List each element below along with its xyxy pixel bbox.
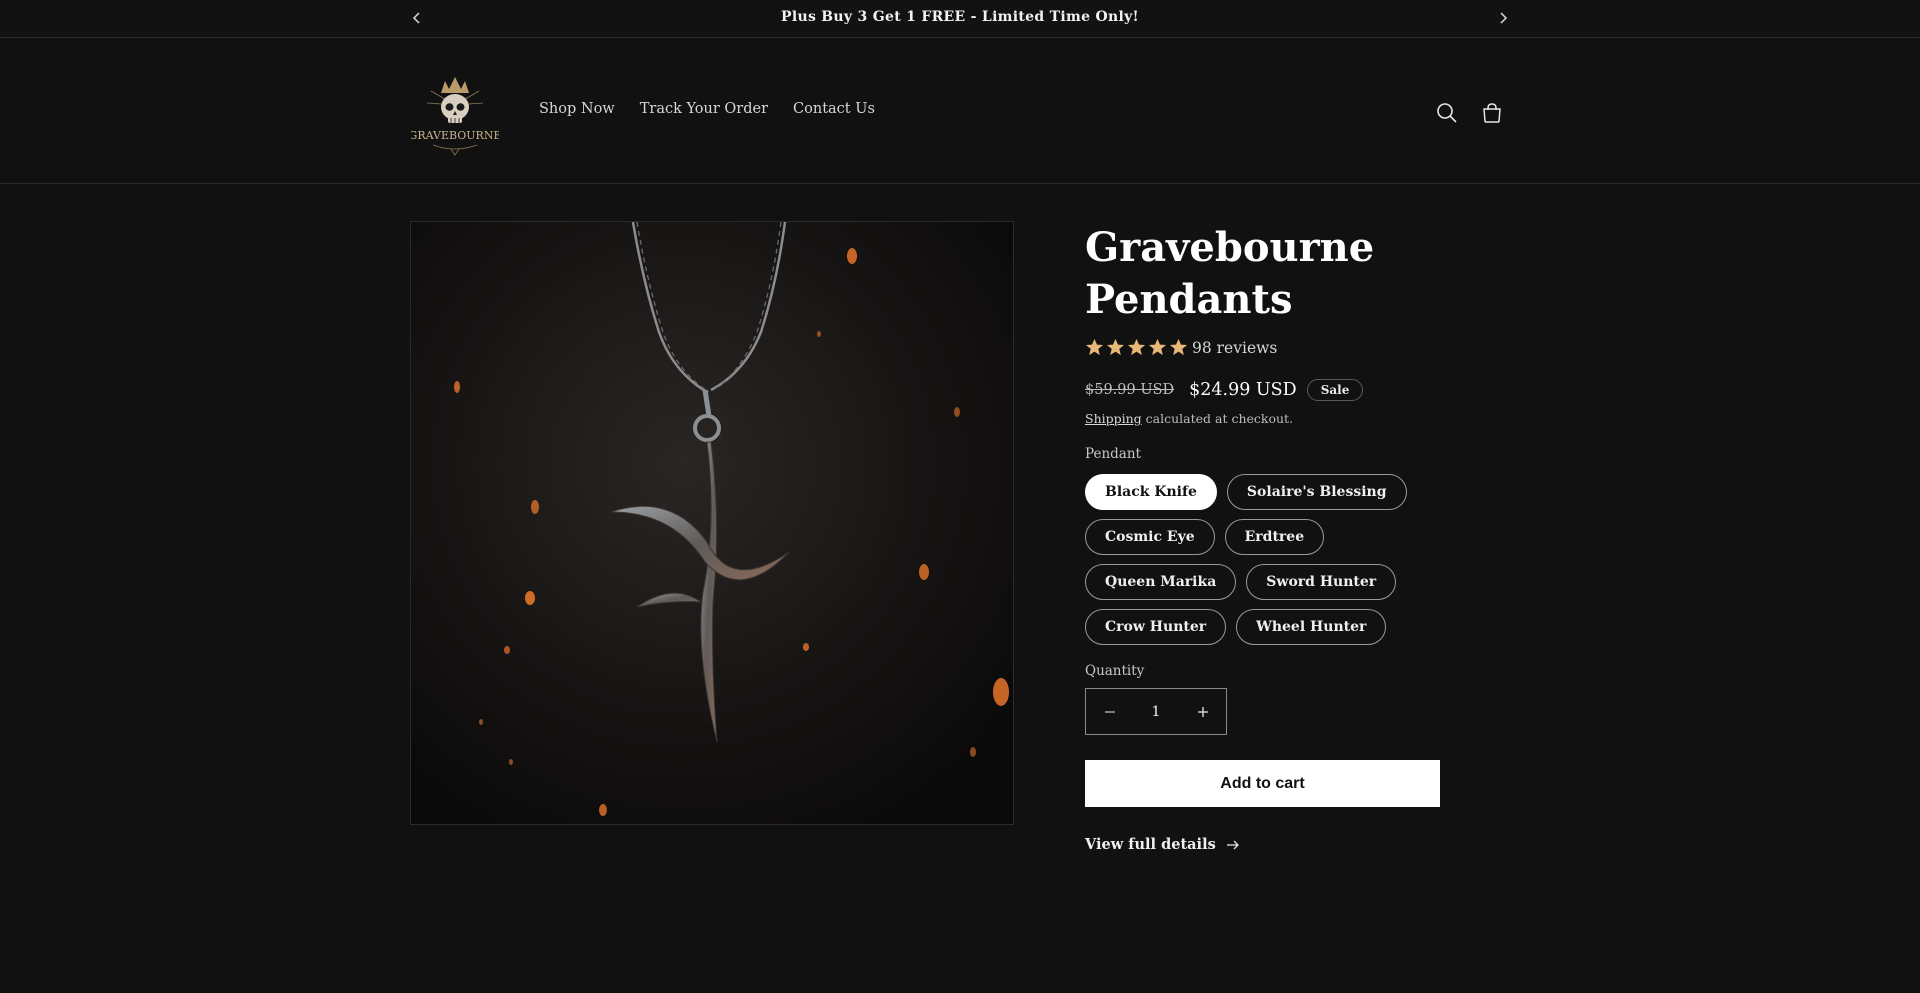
skull-logo-icon: GRAVEBOURNE — [409, 77, 501, 156]
quantity-stepper: 1 — [1085, 688, 1227, 735]
pendant-option-label: Pendant — [1085, 446, 1141, 462]
variant-black-knife[interactable]: Black Knife — [1085, 474, 1217, 510]
quantity-label: Quantity — [1085, 663, 1145, 679]
cart-icon — [1483, 103, 1501, 123]
nav-track-your-order[interactable]: Track Your Order — [640, 101, 768, 117]
prev-announcement-button[interactable] — [406, 7, 428, 29]
regular-price: $59.99 USD — [1085, 382, 1175, 398]
announcement-bar: Plus Buy 3 Get 1 FREE - Limited Time Onl… — [0, 0, 1920, 38]
svg-text:GRAVEBOURNE: GRAVEBOURNE — [411, 129, 499, 142]
chevron-right-icon — [1500, 12, 1508, 24]
variant-wheel-hunter[interactable]: Wheel Hunter — [1236, 609, 1387, 645]
product-image[interactable] — [410, 221, 1014, 825]
plus-icon — [1197, 706, 1208, 717]
star-icon — [1148, 338, 1167, 356]
star-icon — [1106, 338, 1125, 356]
logo[interactable]: GRAVEBOURNE — [409, 71, 501, 157]
increase-quantity-button[interactable] — [1179, 689, 1226, 734]
site-header: GRAVEBOURNE Shop Now Track Your Order Co… — [0, 39, 1920, 184]
nav-contact-us[interactable]: Contact Us — [793, 101, 875, 117]
rating-stars — [1085, 338, 1188, 357]
view-full-details-link[interactable]: View full details — [1085, 836, 1240, 853]
star-icon — [1127, 338, 1146, 356]
announcement-text: Plus Buy 3 Get 1 FREE - Limited Time Onl… — [781, 9, 1139, 25]
cart-button[interactable] — [1477, 98, 1507, 128]
variant-queen-marika[interactable]: Queen Marika — [1085, 564, 1237, 600]
shipping-text: calculated at checkout. — [1141, 411, 1294, 426]
variant-sword-hunter[interactable]: Sword Hunter — [1246, 564, 1397, 600]
variant-crow-hunter[interactable]: Crow Hunter — [1085, 609, 1227, 645]
nav-shop-now[interactable]: Shop Now — [539, 101, 615, 117]
product-info: Gravebourne Pendants 98 reviews $59.99 U… — [1085, 222, 1445, 853]
variant-cosmic-eye[interactable]: Cosmic Eye — [1085, 519, 1215, 555]
chevron-left-icon — [412, 12, 420, 24]
search-icon — [1437, 103, 1457, 123]
add-to-cart-button[interactable]: Add to cart — [1085, 760, 1440, 807]
search-button[interactable] — [1432, 98, 1462, 128]
shipping-note: Shipping calculated at checkout. — [1085, 411, 1293, 426]
pendant-variant-picker: Black Knife Solaire's Blessing Cosmic Ey… — [1085, 474, 1445, 654]
variant-erdtree[interactable]: Erdtree — [1224, 519, 1325, 555]
pendant-photo — [411, 222, 1013, 824]
price-row: $59.99 USD $24.99 USD Sale — [1085, 379, 1364, 401]
star-icon — [1169, 338, 1188, 356]
minus-icon — [1104, 710, 1115, 713]
decrease-quantity-button[interactable] — [1086, 689, 1133, 734]
sale-badge: Sale — [1306, 379, 1364, 401]
star-icon — [1085, 338, 1104, 356]
quantity-input[interactable]: 1 — [1133, 704, 1179, 720]
next-announcement-button[interactable] — [1492, 7, 1514, 29]
variant-solaires-blessing[interactable]: Solaire's Blessing — [1226, 474, 1407, 510]
reviews-count[interactable]: 98 reviews — [1192, 339, 1277, 357]
arrow-right-icon — [1226, 840, 1239, 849]
product-rating[interactable]: 98 reviews — [1085, 338, 1277, 357]
main-nav: Shop Now Track Your Order Contact Us — [539, 101, 875, 117]
sale-price: $24.99 USD — [1189, 380, 1297, 400]
shipping-link[interactable]: Shipping — [1085, 411, 1142, 426]
product-title: Gravebourne Pendants — [1085, 224, 1375, 323]
view-full-details-label: View full details — [1085, 836, 1216, 853]
